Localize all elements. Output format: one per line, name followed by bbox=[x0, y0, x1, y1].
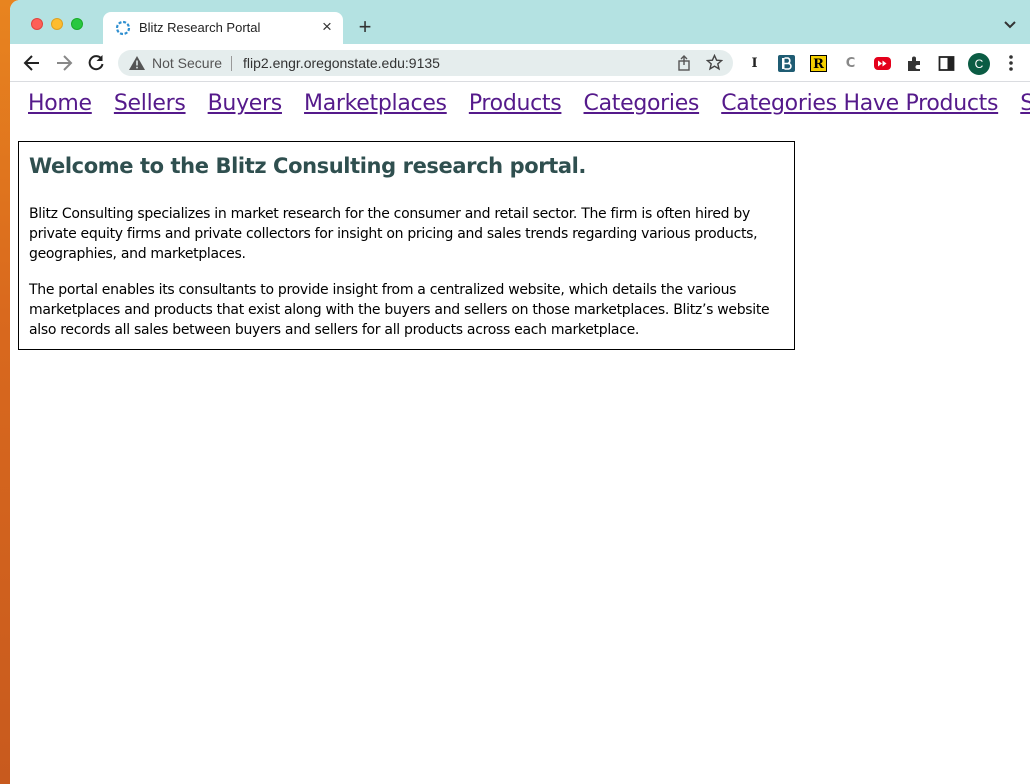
forward-arrow-icon[interactable] bbox=[54, 53, 74, 73]
tab-active[interactable]: Blitz Research Portal × bbox=[103, 12, 343, 44]
minimize-window-button[interactable] bbox=[51, 18, 63, 30]
address-divider bbox=[231, 56, 232, 71]
tab-close-icon[interactable]: × bbox=[318, 18, 336, 36]
address-bar[interactable]: Not Secure flip2.engr.oregonstate.edu:91… bbox=[118, 50, 733, 76]
more-options-icon[interactable] bbox=[1006, 54, 1016, 72]
loading-favicon-icon bbox=[115, 20, 131, 36]
url-text[interactable]: flip2.engr.oregonstate.edu:9135 bbox=[243, 55, 440, 71]
bookmark-star-icon[interactable] bbox=[706, 54, 723, 71]
extensions-puzzle-icon[interactable] bbox=[906, 55, 923, 72]
nav-link-categories-have-products[interactable]: Categories Have Products bbox=[721, 91, 998, 116]
close-window-button[interactable] bbox=[31, 18, 43, 30]
extension-c-icon[interactable]: C bbox=[842, 55, 859, 72]
intro-paragraph: Blitz Consulting specializes in market r… bbox=[29, 206, 758, 262]
browser-window: Blitz Research Portal × + Not Secure fli… bbox=[10, 0, 1030, 784]
extension-youtube-icon[interactable] bbox=[874, 55, 891, 72]
extension-i-icon[interactable]: I bbox=[746, 55, 763, 72]
share-icon[interactable] bbox=[676, 55, 692, 71]
nav-link-products[interactable]: Products bbox=[469, 91, 562, 116]
nav-link-home[interactable]: Home bbox=[28, 91, 92, 116]
browser-toolbar: Not Secure flip2.engr.oregonstate.edu:91… bbox=[10, 44, 1030, 82]
site-navigation: Home Sellers Buyers Marketplaces Product… bbox=[28, 91, 1030, 116]
extension-b-icon[interactable] bbox=[778, 55, 795, 72]
tab-title: Blitz Research Portal bbox=[139, 20, 261, 35]
not-secure-label[interactable]: Not Secure bbox=[152, 55, 222, 71]
nav-link-sellers[interactable]: Sellers bbox=[114, 91, 186, 116]
side-panel-icon[interactable] bbox=[938, 55, 955, 72]
nav-link-marketplaces[interactable]: Marketplaces bbox=[304, 91, 447, 116]
profile-avatar[interactable]: C bbox=[968, 53, 990, 75]
page-viewport: Home Sellers Buyers Marketplaces Product… bbox=[10, 83, 1030, 784]
welcome-panel: Welcome to the Blitz Consulting research… bbox=[18, 141, 795, 350]
warning-triangle-icon bbox=[129, 56, 145, 70]
new-tab-button[interactable]: + bbox=[354, 16, 376, 38]
nav-link-categories[interactable]: Categories bbox=[584, 91, 700, 116]
nav-link-sales[interactable]: Sales bbox=[1020, 91, 1030, 116]
fullscreen-window-button[interactable] bbox=[71, 18, 83, 30]
extension-r-icon[interactable]: R bbox=[810, 55, 827, 72]
tab-strip: Blitz Research Portal × + bbox=[10, 0, 1030, 44]
tab-search-chevron-icon[interactable] bbox=[1003, 20, 1017, 30]
page-title: Welcome to the Blitz Consulting research… bbox=[29, 154, 587, 178]
portal-paragraph: The portal enables its consultants to pr… bbox=[29, 282, 770, 338]
back-arrow-icon[interactable] bbox=[22, 53, 42, 73]
nav-link-buyers[interactable]: Buyers bbox=[208, 91, 283, 116]
reload-icon[interactable] bbox=[86, 53, 106, 73]
